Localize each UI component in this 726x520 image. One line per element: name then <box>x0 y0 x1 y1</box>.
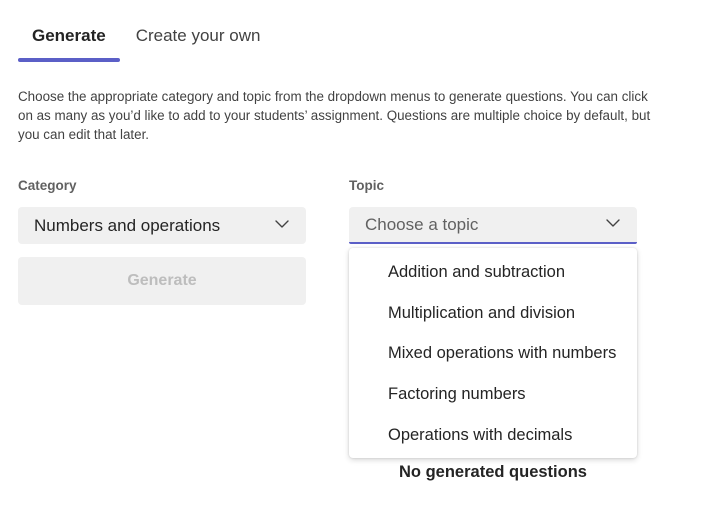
chevron-down-icon <box>275 219 289 228</box>
topic-option-addition-subtraction[interactable]: Addition and subtraction <box>349 252 637 293</box>
category-dropdown[interactable]: Numbers and operations <box>18 207 306 244</box>
tab-create-your-own[interactable]: Create your own <box>120 14 275 62</box>
category-selected-value: Numbers and operations <box>34 215 221 235</box>
topic-option-factoring-numbers[interactable]: Factoring numbers <box>349 374 637 415</box>
category-label: Category <box>18 178 77 193</box>
chevron-down-icon <box>606 218 620 227</box>
tab-generate[interactable]: Generate <box>18 14 120 62</box>
generate-button[interactable]: Generate <box>18 257 306 305</box>
topic-option-mixed-operations[interactable]: Mixed operations with numbers <box>349 334 637 375</box>
tab-list: Generate Create your own <box>18 14 274 62</box>
topic-option-operations-decimals[interactable]: Operations with decimals <box>349 415 637 456</box>
topic-options-menu: Addition and subtraction Multiplication … <box>349 248 637 458</box>
topic-dropdown[interactable]: Choose a topic <box>349 207 637 244</box>
topic-label: Topic <box>349 178 384 193</box>
empty-state-message: No generated questions <box>399 463 587 481</box>
instructions-text: Choose the appropriate category and topi… <box>18 89 651 142</box>
topic-option-multiplication-division[interactable]: Multiplication and division <box>349 293 637 334</box>
topic-placeholder: Choose a topic <box>365 214 479 234</box>
